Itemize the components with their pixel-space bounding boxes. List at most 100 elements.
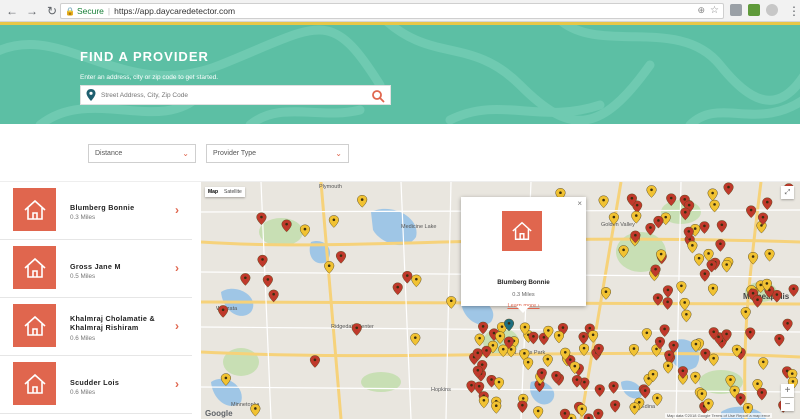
map-pin-icon[interactable] (663, 361, 674, 374)
map-pin-icon[interactable] (309, 355, 321, 368)
map-pin-icon[interactable] (588, 330, 599, 343)
map-pin-icon[interactable] (478, 395, 489, 409)
map-pin-icon[interactable] (679, 297, 690, 311)
map-pin-icon[interactable] (281, 219, 292, 233)
distance-select[interactable]: Distance ⌄ (88, 144, 196, 163)
map-pin-icon[interactable] (495, 331, 506, 344)
map-pin-icon[interactable] (629, 402, 640, 416)
map-pin-icon[interactable] (645, 222, 656, 236)
map-pin-icon[interactable] (687, 240, 698, 254)
map-pin-icon[interactable] (723, 182, 734, 196)
map-pin-icon[interactable] (662, 285, 673, 298)
list-item[interactable]: Blumberg Bonnie 0.3 Miles › (0, 182, 192, 240)
map-pin-icon[interactable] (268, 289, 279, 303)
map-pin-icon[interactable] (762, 197, 773, 211)
provider-type-select[interactable]: Provider Type ⌄ (206, 144, 349, 163)
map-pin-icon[interactable] (299, 224, 311, 238)
map-pin-icon[interactable] (478, 321, 489, 335)
map-pin-icon[interactable] (578, 343, 590, 357)
map-pin-icon[interactable] (351, 323, 362, 336)
map-pin-icon[interactable] (411, 274, 422, 288)
satellite-tab[interactable]: Satellite (221, 187, 245, 197)
list-item[interactable]: Scudder Lois 0.6 Miles › (0, 356, 192, 414)
map-pin-icon[interactable] (640, 386, 651, 399)
map-pin-icon[interactable] (652, 393, 663, 407)
map-pin-icon[interactable] (646, 185, 657, 198)
map-pin-icon[interactable] (628, 344, 640, 357)
map-pin-icon[interactable] (533, 406, 544, 419)
map-pin-icon[interactable] (707, 283, 719, 297)
map-pin-icon[interactable] (707, 188, 718, 202)
map-pin-icon[interactable] (491, 401, 502, 414)
map-pin-icon[interactable] (618, 245, 629, 258)
map-pin-icon[interactable] (725, 375, 736, 388)
map-pin-icon[interactable] (523, 357, 534, 371)
map-pin-icon[interactable] (716, 220, 727, 233)
map-pin-icon[interactable] (662, 297, 673, 310)
map-pin-icon[interactable] (740, 307, 751, 320)
map-pin-icon[interactable] (608, 381, 619, 394)
map-pin-icon[interactable] (746, 205, 757, 219)
map-pin-icon[interactable] (681, 309, 692, 323)
fullscreen-icon[interactable]: ⤢ (781, 186, 794, 199)
map-pin-icon[interactable] (600, 287, 612, 300)
map-pin-icon[interactable] (410, 333, 421, 346)
map-pin-icon[interactable] (699, 221, 710, 234)
map-pin-icon[interactable] (752, 295, 763, 308)
map-pin-icon[interactable] (542, 354, 553, 368)
search-icon[interactable] (371, 89, 385, 103)
map-pin-icon[interactable] (735, 393, 746, 406)
map-pin-icon[interactable] (696, 389, 708, 402)
close-icon[interactable]: × (577, 199, 582, 208)
zoom-in-button[interactable]: + (781, 384, 794, 397)
map-pin-icon[interactable] (262, 274, 273, 288)
map-pin-icon[interactable] (402, 271, 413, 284)
map-pin-icon[interactable] (250, 403, 261, 417)
map-pin-icon[interactable] (709, 199, 720, 213)
map-pin-icon[interactable] (328, 215, 339, 228)
map-pin-icon[interactable] (745, 327, 756, 341)
map-pin-icon[interactable] (708, 353, 719, 367)
map-pin-icon[interactable] (758, 357, 769, 370)
map-pin-icon[interactable] (392, 282, 403, 296)
map-pin-icon[interactable] (335, 251, 347, 264)
map-pin-icon[interactable] (764, 248, 775, 262)
map-pin-icon[interactable] (788, 284, 799, 297)
map-pin-icon[interactable] (652, 293, 663, 306)
map-pin-icon[interactable] (690, 371, 701, 385)
learn-more-link[interactable]: Learn more › (461, 303, 586, 309)
forward-icon[interactable]: → (24, 3, 40, 19)
map-pin-icon[interactable] (571, 375, 582, 388)
map-canvas[interactable]: Plymouth Medicine Lake Minneapolis Wayza… (201, 182, 800, 419)
map-pin-icon[interactable] (481, 345, 492, 359)
extension-icon[interactable] (766, 4, 778, 16)
map-pin-icon[interactable] (446, 296, 457, 309)
extension-icon[interactable] (730, 4, 742, 16)
back-icon[interactable]: ← (4, 3, 20, 19)
map-pin-icon[interactable] (553, 330, 565, 344)
address-bar[interactable]: 🔒 Secure | https://app.daycaredetector.c… (60, 3, 724, 19)
list-item[interactable]: Gross Jane M 0.5 Miles › (0, 240, 192, 298)
map-pin-icon[interactable] (474, 333, 485, 347)
reload-icon[interactable]: ↻ (44, 3, 60, 19)
map-pin-icon[interactable] (774, 334, 785, 347)
map-pin-icon[interactable] (220, 373, 231, 386)
map-pin-icon[interactable] (493, 377, 505, 391)
map-pin-icon[interactable] (659, 324, 670, 337)
map-pin-icon[interactable] (666, 193, 677, 207)
map-pin-icon[interactable] (610, 400, 621, 413)
extension-icon[interactable] (748, 4, 760, 16)
search-input[interactable] (101, 91, 371, 99)
map-pin-icon[interactable] (748, 251, 759, 265)
map-pin-icon[interactable] (578, 331, 589, 345)
map-pin-icon[interactable] (218, 305, 229, 318)
zoom-out-button[interactable]: − (781, 398, 794, 411)
map-pin-icon[interactable] (240, 273, 251, 286)
list-item[interactable]: Khalmraj Cholamatie & Khalmraj Rishiram … (0, 298, 192, 356)
map-pin-icon[interactable] (598, 195, 609, 209)
map-pin-icon[interactable] (641, 328, 652, 341)
map-pin-icon[interactable] (631, 211, 642, 224)
map-pin-icon[interactable] (699, 269, 710, 282)
map-pin-icon[interactable] (721, 259, 732, 273)
map-pin-icon[interactable] (594, 384, 605, 397)
